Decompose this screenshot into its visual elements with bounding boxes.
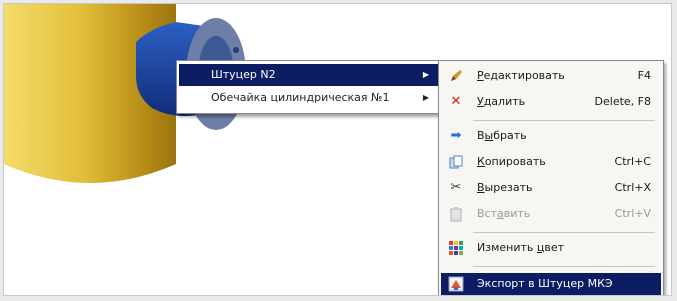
menu-separator <box>473 266 655 267</box>
menu-item-label: Изменить цвет <box>477 241 565 254</box>
pencil-icon <box>448 68 464 84</box>
arrow-right-icon: ➡ <box>450 128 462 143</box>
scissors-icon: ✂ <box>450 180 462 195</box>
menu-item-copy[interactable]: Копировать Ctrl+C <box>441 151 661 173</box>
menu-item-label: Удалить <box>477 95 526 108</box>
export-icon <box>448 276 464 292</box>
menu-item-export-fem[interactable]: Экспорт в Штуцер МКЭ <box>441 273 661 295</box>
menu-item-label: Редактировать <box>477 69 565 82</box>
menu-item-label: Выбрать <box>477 129 527 142</box>
menu-item-shortcut: F4 <box>637 69 651 82</box>
menu-item-label: Экспорт в Штуцер МКЭ <box>477 277 613 290</box>
menu-item-delete[interactable]: ✕ Удалить Delete, F8 <box>441 91 661 113</box>
menu-item-cut[interactable]: ✂ Вырезать Ctrl+X <box>441 177 661 199</box>
menu-item-shortcut: Ctrl+V <box>614 207 651 220</box>
menu-item-nozzle-n2[interactable]: Штуцер N2 ▶ <box>179 64 439 86</box>
menu-separator <box>473 232 655 233</box>
menu-item-label: Обечайка цилиндрическая №1 <box>211 91 390 104</box>
menu-item-label: Вставить <box>477 207 531 220</box>
paste-icon <box>448 206 464 222</box>
copy-icon <box>448 154 464 170</box>
menu-separator <box>473 120 655 121</box>
cad-viewport[interactable]: Штуцер N2 ▶ Обечайка цилиндрическая №1 ▶… <box>3 3 672 296</box>
menu-item-shortcut: Delete, F8 <box>594 95 651 108</box>
submenu-arrow-icon: ▶ <box>422 93 429 102</box>
menu-item-edit[interactable]: Редактировать F4 <box>441 65 661 87</box>
menu-item-shortcut: Ctrl+C <box>614 155 651 168</box>
menu-item-cylindrical-shell[interactable]: Обечайка цилиндрическая №1 ▶ <box>179 87 439 109</box>
submenu-arrow-icon: ▶ <box>422 70 429 79</box>
menu-item-change-color[interactable]: Изменить цвет <box>441 237 661 259</box>
menu-item-shortcut: Ctrl+X <box>614 181 651 194</box>
submenu: Редактировать F4 ✕ Удалить Delete, F8 ➡ … <box>438 60 664 295</box>
menu-item-label: Копировать <box>477 155 546 168</box>
menu-item-select[interactable]: ➡ Выбрать <box>441 125 661 147</box>
context-menu: Штуцер N2 ▶ Обечайка цилиндрическая №1 ▶ <box>176 60 442 114</box>
menu-item-paste[interactable]: Вставить Ctrl+V <box>441 203 661 225</box>
color-palette-icon <box>448 240 464 256</box>
menu-item-label: Штуцер N2 <box>211 68 276 81</box>
delete-x-icon: ✕ <box>450 94 462 109</box>
menu-item-label: Вырезать <box>477 181 533 194</box>
